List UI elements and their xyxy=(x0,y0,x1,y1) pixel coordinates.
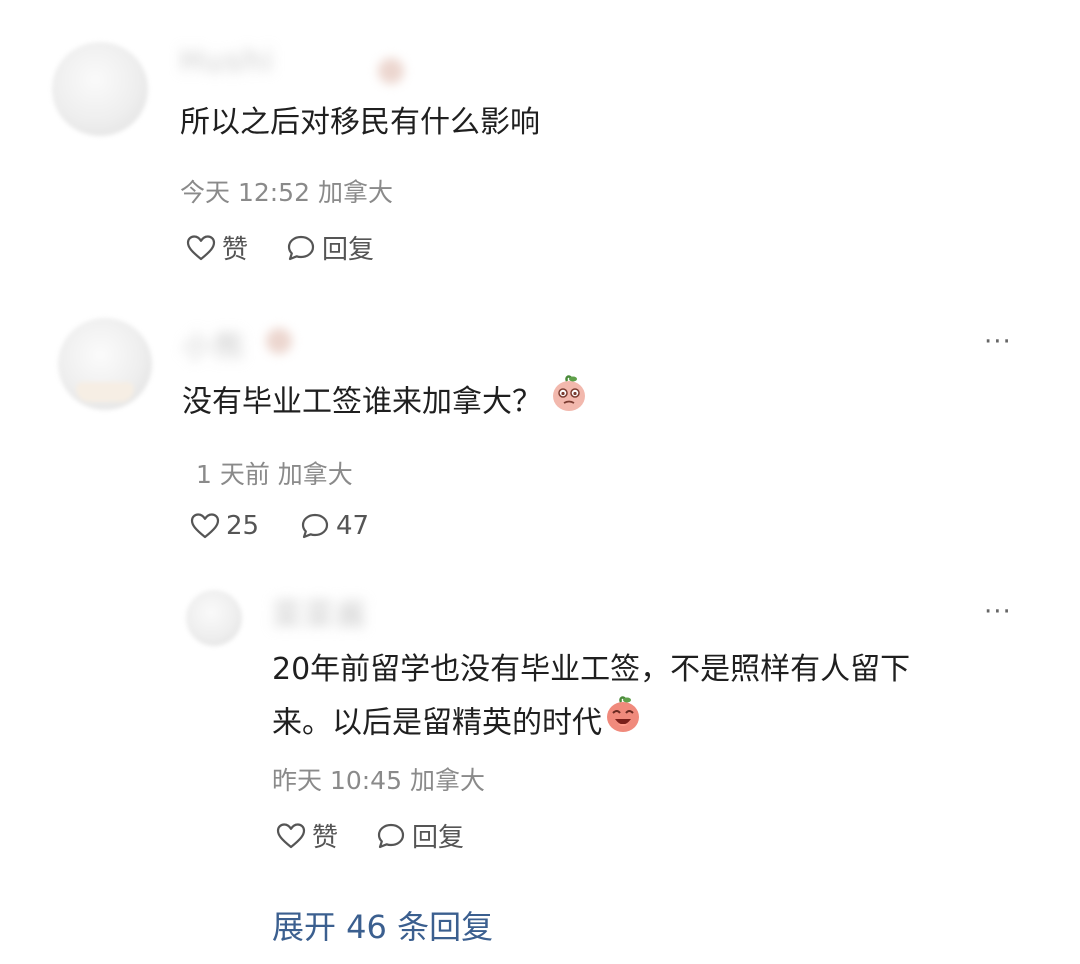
heart-outline-icon xyxy=(186,234,216,262)
reply-text-line-2: 来。以后是留精英的时代 xyxy=(272,694,642,754)
like-button[interactable]: 赞 xyxy=(276,817,338,854)
speech-bubble-icon xyxy=(376,822,406,850)
reply-count: 47 xyxy=(336,511,370,541)
reply-button[interactable]: 回复 xyxy=(286,229,374,266)
like-button[interactable]: 25 xyxy=(190,511,259,541)
peach-face-emoji xyxy=(550,373,588,433)
comment-meta: 今天 12:52 加拿大 xyxy=(180,178,393,207)
comment-text-content: 没有毕业工签谁来加拿大？ xyxy=(182,384,542,420)
reply-meta: 昨天 10:45 加拿大 xyxy=(272,766,485,795)
peach-laugh-emoji xyxy=(604,694,642,754)
reply-button[interactable]: 回复 xyxy=(376,817,464,854)
reply-button[interactable]: 47 xyxy=(300,511,369,541)
like-label: 赞 xyxy=(312,823,339,853)
user-badge-icon xyxy=(266,328,292,354)
heart-outline-icon xyxy=(190,512,220,540)
like-button[interactable]: 赞 xyxy=(186,229,248,266)
speech-bubble-icon xyxy=(300,512,330,540)
reply-text-content: 来。以后是留精英的时代 xyxy=(272,705,602,741)
heart-outline-icon xyxy=(276,822,306,850)
comment-text: 没有毕业工签谁来加拿大？ xyxy=(182,373,588,433)
avatar[interactable] xyxy=(186,590,242,646)
comment-text: 所以之后对移民有什么影响 xyxy=(180,105,540,140)
user-badge-icon xyxy=(378,58,404,84)
comment-meta: 1 天前 加拿大 xyxy=(196,460,353,489)
avatar[interactable] xyxy=(52,42,148,136)
username[interactable]: 菜菜酱 xyxy=(272,590,382,634)
expand-replies-link[interactable]: 展开 46 条回复 xyxy=(272,902,493,948)
reply-label: 回复 xyxy=(412,823,465,853)
more-options-button[interactable]: ··· xyxy=(984,329,1012,355)
reply-label: 回复 xyxy=(322,235,375,265)
more-options-button[interactable]: ··· xyxy=(984,599,1012,625)
username[interactable]: Hushi xyxy=(180,44,400,79)
speech-bubble-icon xyxy=(286,234,316,262)
avatar[interactable] xyxy=(58,318,152,410)
reply-text-line-1: 20年前留学也没有毕业工签，不是照样有人留下 xyxy=(272,652,911,687)
like-label: 赞 xyxy=(222,235,249,265)
like-count: 25 xyxy=(226,511,260,541)
